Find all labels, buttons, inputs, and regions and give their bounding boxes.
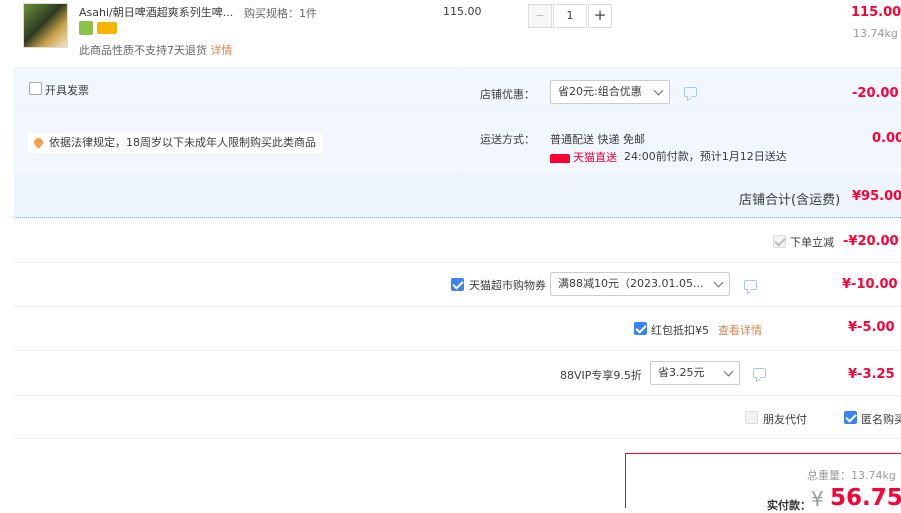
shipping-amount: 0.00: [872, 131, 901, 146]
divider: [14, 395, 901, 396]
shipping-method: 普通配送 快递 免邮: [550, 133, 645, 146]
tmall-direct-badge: 天猫直送: [550, 149, 617, 165]
friend-pay-checkbox[interactable]: [745, 411, 758, 424]
product-thumbnail[interactable]: [23, 3, 68, 48]
pay-currency: ¥: [811, 487, 824, 511]
item-weight: 13.74kg: [853, 27, 898, 40]
invoice-checkbox[interactable]: [29, 82, 42, 95]
product-title[interactable]: Asahi/朝日啤酒超爽系列生啤...: [79, 4, 233, 20]
pay-label: 实付款：: [767, 499, 811, 512]
quantity-input[interactable]: 1: [553, 4, 587, 28]
item-subtotal: 115.00: [851, 5, 901, 20]
shipping-eta: 24:00前付款，预计1月12日送达: [624, 150, 787, 163]
product-spec: 购买规格：1件: [244, 7, 317, 20]
pay-amount: 56.75: [830, 485, 901, 511]
shop-discount-select[interactable]: 省20元:组合优惠: [550, 80, 670, 104]
redpacket-checkbox[interactable]: [634, 322, 647, 335]
total-weight: 总重量：13.74kg: [807, 469, 896, 482]
coupon-amount: ¥-10.00: [842, 277, 898, 292]
chevron-down-icon: [713, 277, 724, 288]
divider: [14, 262, 901, 263]
divider: [14, 438, 901, 439]
coupon-label[interactable]: 天猫超市购物券: [469, 277, 546, 293]
message-icon[interactable]: [744, 280, 757, 290]
unit-price: 115.00: [443, 5, 482, 18]
quantity-minus-button[interactable]: −: [528, 4, 552, 28]
legal-notice-text: 依据法律规定，18周岁以下未成年人限制购买此类商品: [49, 136, 316, 149]
coupon-select[interactable]: 满88减10元（2023.01.05...: [550, 272, 730, 296]
tmall-direct-text: 天猫直送: [573, 151, 617, 164]
friend-pay-label[interactable]: 朋友代付: [763, 411, 807, 427]
tmall-cat-icon: [550, 153, 570, 163]
shipping-label: 运送方式：: [480, 133, 535, 146]
tmall-service-icon: [79, 21, 93, 35]
chevron-down-icon: [653, 85, 664, 96]
credit-card-icon: [97, 22, 117, 34]
shop-discount-amount: -20.00: [852, 86, 899, 101]
redpacket-detail-link[interactable]: 查看详情: [718, 322, 762, 338]
return-note: 此商品性质不支持7天退货 详情: [79, 42, 233, 58]
coupon-value: 满88减10元（2023.01.05...: [558, 277, 704, 290]
anonymous-label[interactable]: 匿名购买: [861, 411, 901, 427]
redpacket-amount: ¥-5.00: [848, 320, 895, 335]
return-note-text: 此商品性质不支持7天退货: [79, 44, 207, 57]
vip-label: 88VIP专享9.5折: [560, 369, 642, 382]
invoice-label[interactable]: 开具发票: [45, 82, 89, 98]
vip-select[interactable]: 省3.25元: [650, 361, 740, 385]
legal-notice-box: 依据法律规定，18周岁以下未成年人限制购买此类商品: [28, 133, 322, 153]
vip-value: 省3.25元: [658, 366, 705, 379]
quantity-plus-button[interactable]: +: [588, 4, 612, 28]
shop-discount-label: 店铺优惠：: [480, 88, 535, 101]
message-icon[interactable]: [753, 368, 766, 378]
shop-discount-value: 省20元:组合优惠: [558, 85, 642, 98]
coupon-checkbox[interactable]: [451, 278, 464, 291]
return-detail-link[interactable]: 详情: [211, 44, 233, 57]
message-icon[interactable]: [684, 87, 697, 97]
shop-total-amount: ¥95.00: [852, 189, 901, 204]
order-discount-label: 下单立减: [790, 236, 834, 249]
shop-total-label: 店铺合计(含运费): [739, 193, 841, 208]
chevron-down-icon: [723, 366, 734, 377]
redpacket-label[interactable]: 红包抵扣¥5: [651, 322, 709, 338]
divider: [14, 350, 901, 351]
anonymous-checkbox[interactable]: [844, 411, 857, 424]
order-discount-amount: -¥20.00: [843, 234, 899, 249]
order-discount-checkbox: [773, 235, 786, 248]
divider: [14, 306, 901, 307]
pin-icon: [32, 136, 45, 149]
vip-amount: ¥-3.25: [848, 367, 895, 382]
